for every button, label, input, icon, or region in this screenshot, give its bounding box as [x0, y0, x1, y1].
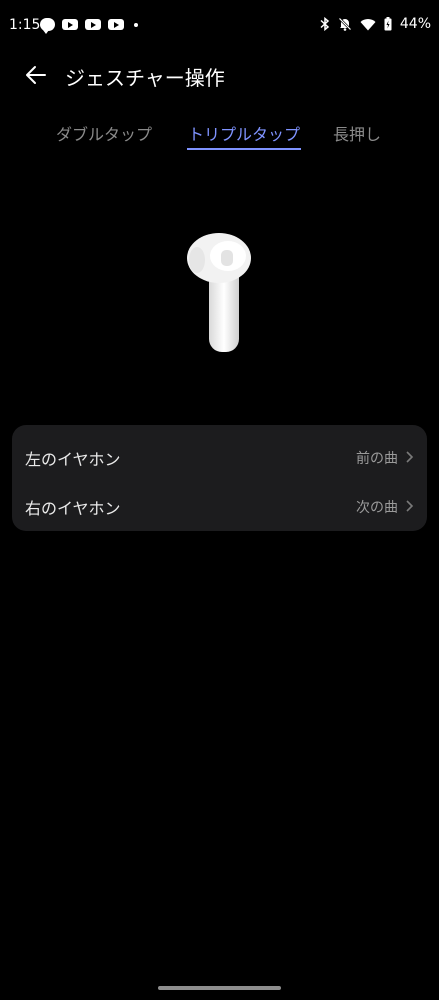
notification-icons: [40, 18, 138, 34]
earbud-illustration: [187, 233, 251, 352]
gesture-tabs: ダブルタップ トリプルタップ 長押し: [0, 121, 439, 157]
earbud-settings-card: 左のイヤホン 前の曲 右のイヤホン 次の曲: [12, 425, 427, 531]
youtube-icon: [85, 19, 101, 30]
status-time: 1:15: [9, 17, 41, 33]
tab-long-press[interactable]: 長押し: [333, 121, 381, 145]
row-label: 右のイヤホン: [25, 499, 121, 518]
tab-double-tap[interactable]: ダブルタップ: [56, 121, 152, 145]
chevron-right-icon: [406, 451, 414, 463]
back-arrow-icon[interactable]: [24, 63, 48, 87]
home-indicator[interactable]: [158, 986, 281, 990]
row-value: 次の曲: [356, 500, 398, 516]
tab-triple-tap[interactable]: トリプルタップ: [188, 121, 300, 145]
row-value: 前の曲: [356, 451, 398, 467]
right-earbud-row[interactable]: 右のイヤホン 次の曲: [12, 478, 427, 527]
more-notifications-dot-icon: [134, 22, 138, 27]
chevron-right-icon: [406, 500, 414, 512]
youtube-icon: [62, 19, 78, 30]
bluetooth-icon: [320, 17, 330, 31]
page-title: ジェスチャー操作: [65, 66, 225, 90]
active-tab-indicator: [187, 148, 301, 150]
battery-percent: 44%: [399, 16, 431, 32]
status-bar: 1:15 44%: [0, 0, 439, 44]
wifi-icon: [360, 18, 376, 30]
left-earbud-row[interactable]: 左のイヤホン 前の曲: [12, 429, 427, 478]
row-label: 左のイヤホン: [25, 450, 121, 469]
line-app-icon: [40, 18, 55, 34]
battery-charging-icon: [384, 17, 392, 31]
system-icons: 44%: [320, 16, 431, 32]
mute-icon: [338, 17, 352, 31]
youtube-icon: [108, 19, 124, 30]
